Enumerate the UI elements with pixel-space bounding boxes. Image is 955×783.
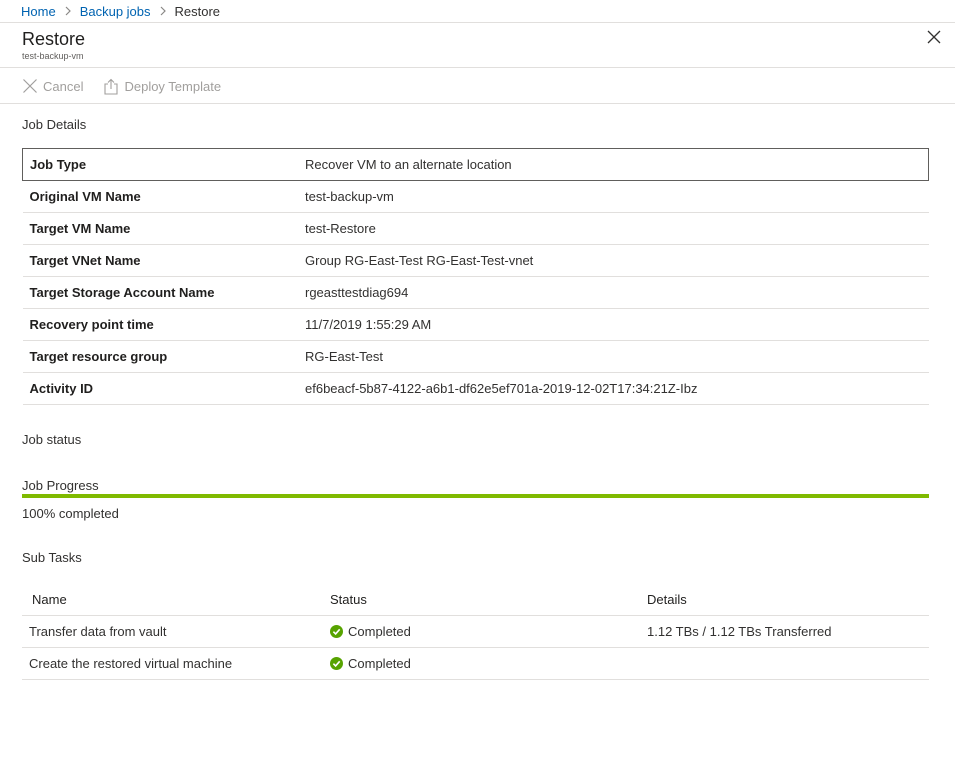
- subtask-name: Transfer data from vault: [22, 615, 330, 648]
- details-row[interactable]: Job Type Recover VM to an alternate loca…: [22, 148, 929, 181]
- breadcrumb-backup-jobs[interactable]: Backup jobs: [80, 4, 151, 19]
- details-value: test-backup-vm: [305, 180, 929, 213]
- details-row[interactable]: Target Storage Account Name rgeasttestdi…: [22, 276, 929, 309]
- chevron-right-icon: [159, 6, 167, 16]
- chevron-right-icon: [64, 6, 72, 16]
- job-progress-label: Job Progress: [22, 478, 99, 493]
- job-status-heading: Job status: [22, 432, 82, 447]
- subtask-name: Create the restored virtual machine: [22, 647, 330, 680]
- details-key: Target resource group: [22, 340, 305, 373]
- details-row[interactable]: Target VM Name test-Restore: [22, 212, 929, 245]
- check-circle-icon: [330, 625, 343, 638]
- subtask-status: Completed: [348, 656, 411, 671]
- page-subtitle: test-backup-vm: [22, 51, 84, 61]
- job-progress-bar: [22, 494, 929, 498]
- details-key: Activity ID: [22, 372, 305, 405]
- details-row[interactable]: Target VNet Name Group RG-East-Test RG-E…: [22, 244, 929, 277]
- subtask-details: 1.12 TBs / 1.12 TBs Transferred: [647, 615, 929, 648]
- column-header-name[interactable]: Name: [22, 583, 330, 616]
- details-value: Group RG-East-Test RG-East-Test-vnet: [305, 244, 929, 277]
- details-key: Target VM Name: [22, 212, 305, 245]
- close-button[interactable]: [927, 30, 943, 46]
- column-header-details[interactable]: Details: [647, 583, 929, 616]
- details-key: Recovery point time: [22, 308, 305, 341]
- cancel-label: Cancel: [43, 78, 84, 94]
- details-value: test-Restore: [305, 212, 929, 245]
- breadcrumb-home[interactable]: Home: [21, 4, 56, 19]
- column-header-status[interactable]: Status: [330, 583, 647, 616]
- details-key: Target VNet Name: [22, 244, 305, 277]
- blade-header: Restore test-backup-vm: [22, 28, 85, 61]
- details-value: RG-East-Test: [305, 340, 929, 373]
- table-row[interactable]: Transfer data from vault Completed 1.12 …: [22, 615, 929, 648]
- close-icon: [927, 30, 941, 44]
- details-row[interactable]: Recovery point time 11/7/2019 1:55:29 AM: [22, 308, 929, 341]
- table-row[interactable]: Create the restored virtual machine Comp…: [22, 647, 929, 680]
- breadcrumb-restore: Restore: [174, 3, 221, 19]
- breadcrumb-divider: [0, 22, 955, 23]
- breadcrumb: Home Backup jobs Restore: [0, 0, 955, 22]
- cancel-button[interactable]: Cancel: [22, 78, 83, 94]
- details-value: 11/7/2019 1:55:29 AM: [305, 308, 929, 341]
- close-icon: [23, 79, 37, 93]
- subtask-status: Completed: [348, 624, 411, 639]
- sub-tasks-table: Name Status Details Transfer data from v…: [22, 583, 929, 680]
- details-key: Original VM Name: [22, 180, 305, 213]
- details-value: Recover VM to an alternate location: [305, 148, 929, 181]
- job-progress-text: 100% completed: [22, 506, 119, 521]
- job-details-heading: Job Details: [22, 117, 87, 132]
- subtask-status-cell: Completed: [330, 615, 647, 648]
- deploy-template-button[interactable]: Deploy Template: [103, 78, 221, 95]
- subtask-details: [647, 647, 929, 680]
- details-key: Job Type: [22, 148, 305, 181]
- check-circle-icon: [330, 657, 343, 670]
- job-details-table: Job Type Recover VM to an alternate loca…: [22, 148, 929, 405]
- table-header-row: Name Status Details: [22, 583, 929, 616]
- details-value: rgeasttestdiag694: [305, 276, 929, 309]
- upload-icon: [104, 78, 119, 95]
- sub-tasks-heading: Sub Tasks: [22, 550, 82, 565]
- job-progress-fill: [22, 494, 929, 498]
- command-bar: Cancel Deploy Template: [22, 76, 241, 96]
- restore-blade: Home Backup jobs Restore Restore test-ba…: [0, 0, 955, 783]
- details-row[interactable]: Target resource group RG-East-Test: [22, 340, 929, 373]
- header-divider: [0, 67, 955, 68]
- details-row[interactable]: Activity ID ef6beacf-5b87-4122-a6b1-df62…: [22, 372, 929, 405]
- details-value: ef6beacf-5b87-4122-a6b1-df62e5ef701a-201…: [305, 372, 929, 405]
- subtask-status-cell: Completed: [330, 647, 647, 680]
- page-title: Restore: [22, 29, 86, 49]
- details-key: Target Storage Account Name: [22, 276, 305, 309]
- deploy-template-label: Deploy Template: [124, 78, 222, 94]
- details-row[interactable]: Original VM Name test-backup-vm: [22, 180, 929, 213]
- toolbar-divider: [0, 103, 955, 104]
